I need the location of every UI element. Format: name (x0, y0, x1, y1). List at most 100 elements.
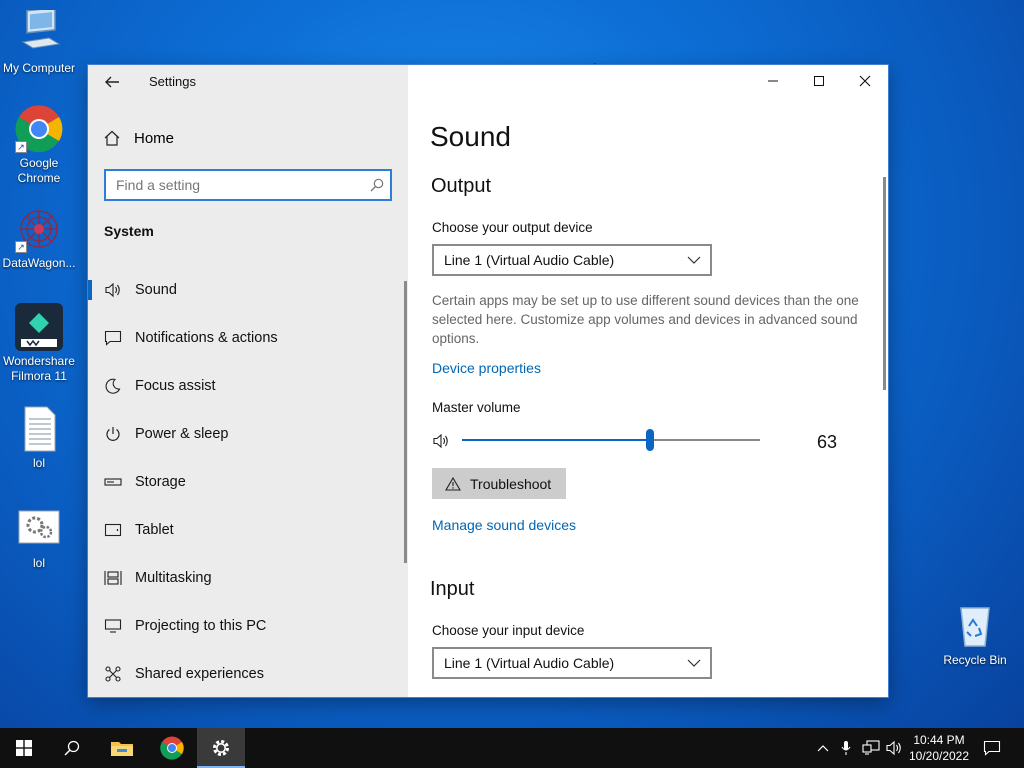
minimize-button[interactable] (750, 65, 796, 97)
tray-microphone[interactable] (838, 738, 854, 758)
taskbar: 10:44 PM 10/20/2022 (0, 728, 1024, 768)
device-properties-link[interactable]: Device properties (432, 360, 541, 376)
nav-item-shared-experiences[interactable]: Shared experiences (88, 650, 408, 697)
computer-icon (15, 6, 63, 58)
nav-home[interactable]: Home (104, 127, 174, 149)
nav-item-sound[interactable]: Sound (88, 266, 408, 314)
shortcut-arrow-icon: ↗ (15, 141, 27, 153)
tray-volume[interactable] (884, 738, 904, 758)
input-device-label: Choose your input device (432, 623, 585, 638)
content-scrollbar[interactable] (883, 177, 886, 390)
nav-section-title: System (104, 223, 154, 239)
taskbar-clock[interactable]: 10:44 PM 10/20/2022 (906, 732, 972, 764)
input-device-dropdown[interactable]: Line 1 (Virtual Audio Cable) (432, 647, 712, 679)
nav-item-label: Tablet (135, 522, 174, 538)
nav-list: Sound Notifications & actions Focus assi… (88, 266, 408, 697)
nav-item-label: Power & sleep (135, 426, 229, 442)
settings-search[interactable] (104, 169, 392, 201)
desktop-icon-label: Wondershare Filmora 11 (3, 354, 75, 383)
volume-slider-fill (462, 439, 650, 441)
back-button[interactable] (100, 71, 124, 93)
nav-item-focus-assist[interactable]: Focus assist (88, 362, 408, 410)
settings-window: Settings Home System Sound (88, 65, 888, 697)
taskbar-chrome[interactable] (148, 728, 196, 768)
title-bar-left: Settings (88, 65, 408, 99)
taskbar-settings[interactable] (197, 728, 245, 768)
notifications-icon (983, 740, 1001, 756)
nav-item-power-sleep[interactable]: Power & sleep (88, 410, 408, 458)
output-device-label: Choose your output device (432, 220, 593, 235)
folder-icon (111, 742, 133, 756)
troubleshoot-button[interactable]: Troubleshoot (432, 468, 566, 499)
search-input[interactable] (106, 171, 356, 199)
desktop-icon-label: My Computer (2, 61, 76, 75)
close-button[interactable] (842, 65, 888, 97)
nav-item-storage[interactable]: Storage (88, 458, 408, 506)
nav-item-multitasking[interactable]: Multitasking (88, 554, 408, 602)
nav-item-label: Notifications & actions (135, 330, 278, 346)
settings-nav-pane: Settings Home System Sound (88, 65, 408, 697)
master-volume-row: 63 (432, 429, 852, 453)
desktop-icon-label: Recycle Bin (943, 653, 1007, 667)
nav-item-label: Sound (135, 282, 177, 298)
chevron-down-icon (687, 256, 701, 264)
chevron-up-icon (817, 745, 829, 752)
taskbar-file-explorer[interactable] (98, 728, 146, 768)
input-device-value: Line 1 (Virtual Audio Cable) (444, 655, 615, 671)
volume-value: 63 (817, 432, 838, 452)
desktop-icon-chrome[interactable]: ↗ Google Chrome (1, 105, 77, 186)
volume-slider[interactable] (462, 429, 760, 451)
back-arrow-icon (105, 76, 119, 88)
speaker-icon[interactable] (432, 433, 452, 449)
volume-slider-thumb[interactable] (645, 429, 654, 451)
nav-item-tablet[interactable]: Tablet (88, 506, 408, 554)
nav-item-projecting[interactable]: Projecting to this PC (88, 602, 408, 650)
warning-icon (445, 476, 461, 491)
projecting-icon (104, 617, 122, 635)
desktop-icon-recycle-bin[interactable]: Recycle Bin (937, 602, 1013, 668)
troubleshoot-label: Troubleshoot (470, 475, 552, 492)
filmora-icon (15, 303, 63, 351)
maximize-button[interactable] (796, 65, 842, 97)
taskbar-search-button[interactable] (48, 728, 96, 768)
network-icon (862, 740, 880, 755)
close-icon (859, 75, 871, 87)
shortcut-arrow-icon: ↗ (15, 241, 27, 253)
desktop-icon-label: lol (32, 556, 45, 570)
desktop-icon-label: lol (32, 456, 45, 470)
nav-item-label: Shared experiences (135, 666, 264, 682)
desktop-icon-my-computer[interactable]: My Computer (1, 6, 77, 76)
output-device-value: Line 1 (Virtual Audio Cable) (444, 252, 615, 268)
nav-item-label: Focus assist (135, 378, 216, 394)
chrome-icon: ↗ (15, 105, 63, 153)
gear-icon (213, 740, 229, 756)
desktop-icon-filmora[interactable]: Wondershare Filmora 11 (1, 303, 77, 384)
speaker-icon (886, 740, 901, 756)
desktop-icon-datawagon[interactable]: ↗ DataWagon... (1, 205, 77, 271)
action-center-button[interactable] (981, 738, 1003, 758)
search-icon (64, 740, 80, 756)
microphone-icon (841, 741, 851, 755)
windows-logo-icon (16, 740, 32, 756)
tray-network[interactable] (860, 738, 882, 758)
tray-overflow-button[interactable] (815, 738, 831, 758)
moon-icon (104, 377, 122, 395)
home-icon (104, 130, 120, 146)
settings-content-pane: Sound Output Choose your output device L… (408, 65, 888, 697)
output-heading: Output (431, 175, 492, 197)
settings-file-icon (15, 505, 63, 553)
master-volume-label: Master volume (432, 400, 521, 415)
output-device-dropdown[interactable]: Line 1 (Virtual Audio Cable) (432, 244, 712, 276)
page-title: Sound (430, 121, 511, 152)
nav-item-label: Projecting to this PC (135, 618, 267, 634)
text-file-icon (15, 405, 63, 453)
tablet-icon (104, 521, 122, 539)
nav-item-notifications[interactable]: Notifications & actions (88, 314, 408, 362)
manage-sound-devices-link[interactable]: Manage sound devices (432, 517, 576, 533)
desktop-icon-lol-text[interactable]: lol (1, 405, 77, 471)
nav-item-label: Multitasking (135, 570, 212, 586)
nav-scrollbar[interactable] (404, 281, 407, 563)
desktop-icon-lol-settings[interactable]: lol (1, 505, 77, 571)
start-button[interactable] (0, 728, 48, 768)
input-heading: Input (430, 578, 475, 600)
